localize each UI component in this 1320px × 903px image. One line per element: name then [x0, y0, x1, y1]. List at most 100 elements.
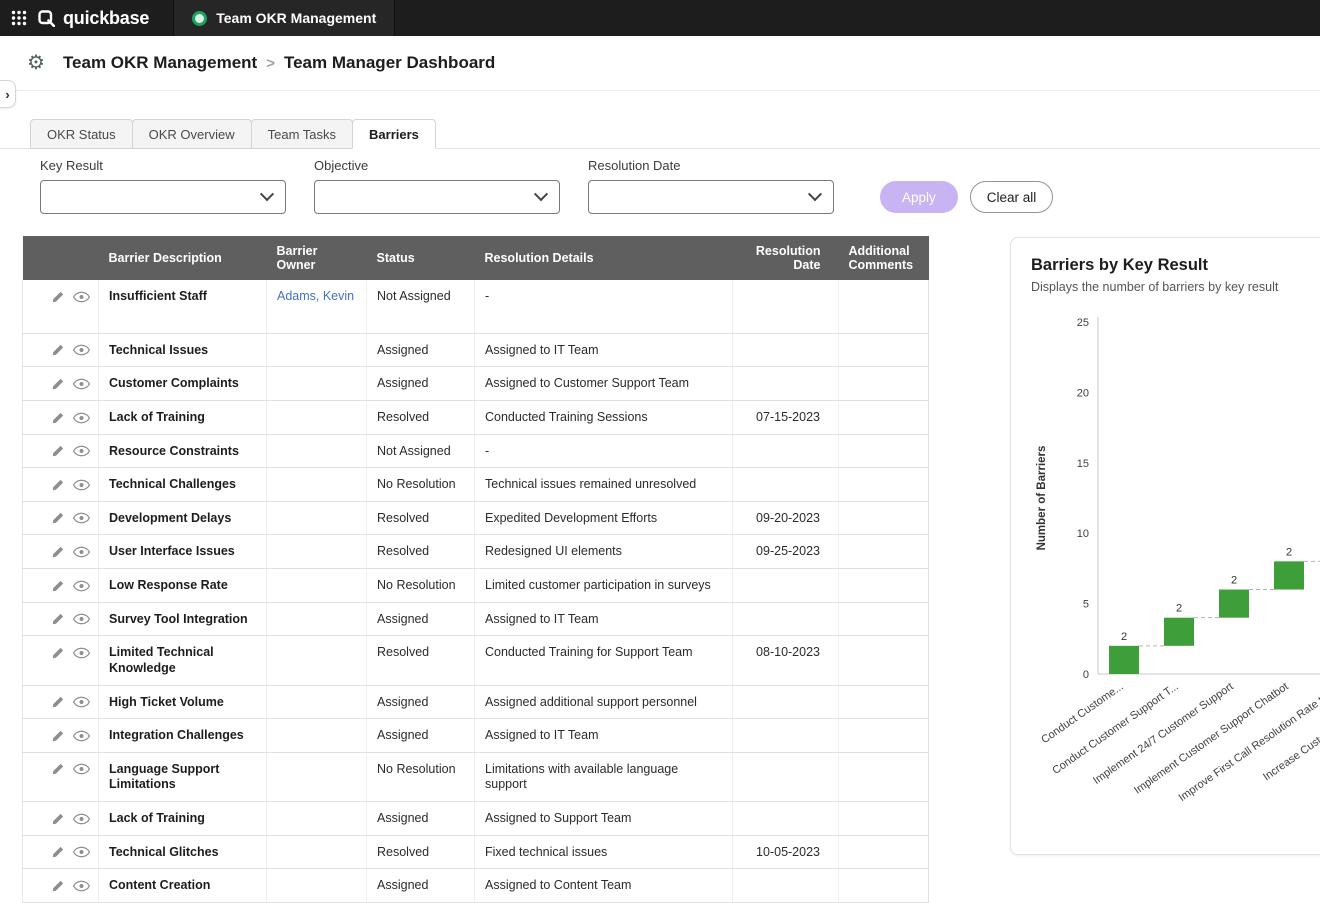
edit-pencil-icon[interactable]	[51, 545, 65, 559]
edit-pencil-icon[interactable]	[51, 812, 65, 826]
edit-pencil-icon[interactable]	[51, 762, 65, 776]
view-eye-icon[interactable]	[73, 580, 90, 592]
view-eye-icon[interactable]	[73, 291, 90, 303]
edit-pencil-icon[interactable]	[51, 478, 65, 492]
edit-pencil-icon[interactable]	[51, 729, 65, 743]
chart-bar[interactable]	[1164, 618, 1194, 646]
y-tick-label: 20	[1077, 387, 1089, 399]
resolution-details-cell: Assigned to IT Team	[475, 333, 733, 367]
resolution-date-cell: 07-15-2023	[733, 400, 839, 434]
row-actions-cell	[23, 501, 99, 535]
objective-dropdown[interactable]	[314, 180, 560, 214]
status-cell: Assigned	[367, 802, 475, 836]
edit-pencil-icon[interactable]	[51, 377, 65, 391]
edit-pencil-icon[interactable]	[51, 411, 65, 425]
edit-pencil-icon[interactable]	[51, 612, 65, 626]
view-eye-icon[interactable]	[73, 647, 90, 659]
edit-pencil-icon[interactable]	[51, 879, 65, 893]
view-eye-icon[interactable]	[73, 546, 90, 558]
breadcrumb: ⚙ Team OKR Management > Team Manager Das…	[0, 36, 1320, 91]
apps-grid-icon[interactable]	[0, 0, 38, 36]
edit-pencil-icon[interactable]	[51, 444, 65, 458]
gear-icon[interactable]: ⚙	[27, 53, 45, 73]
table-row: Language Support LimitationsNo Resolutio…	[23, 752, 929, 801]
tab-team-tasks[interactable]: Team Tasks	[251, 119, 353, 149]
view-eye-icon[interactable]	[73, 813, 90, 825]
edit-pencil-icon[interactable]	[51, 511, 65, 525]
apply-button[interactable]: Apply	[880, 181, 958, 213]
edit-pencil-icon[interactable]	[51, 695, 65, 709]
chart-bar[interactable]	[1274, 561, 1304, 589]
view-eye-icon[interactable]	[73, 412, 90, 424]
col-header-additional-comments[interactable]: Additional Comments	[839, 236, 929, 280]
resolution-date-dropdown[interactable]	[588, 180, 834, 214]
comments-cell	[839, 719, 929, 753]
view-eye-icon[interactable]	[73, 763, 90, 775]
col-header-resolution-date[interactable]: Resolution Date	[733, 236, 839, 280]
barrier-owner-cell	[267, 367, 367, 401]
tab-barriers[interactable]: Barriers	[352, 119, 436, 149]
app-icon	[192, 11, 207, 26]
barrier-owner-cell	[267, 835, 367, 869]
clear-all-button[interactable]: Clear all	[970, 181, 1054, 213]
barrier-description-cell: Lack of Training	[99, 802, 267, 836]
col-header-barrier-owner[interactable]: Barrier Owner	[267, 236, 367, 280]
edit-pencil-icon[interactable]	[51, 343, 65, 357]
table-row: User Interface IssuesResolvedRedesigned …	[23, 535, 929, 569]
resolution-details-cell: -	[475, 280, 733, 333]
view-eye-icon[interactable]	[73, 696, 90, 708]
resolution-date-cell	[733, 602, 839, 636]
edit-pencil-icon[interactable]	[51, 579, 65, 593]
tab-okr-status[interactable]: OKR Status	[30, 119, 133, 149]
filter-key-result: Key Result	[40, 158, 286, 214]
chart-bar[interactable]	[1219, 590, 1249, 618]
edit-pencil-icon[interactable]	[51, 646, 65, 660]
comments-cell	[839, 569, 929, 603]
barrier-description-cell: Content Creation	[99, 869, 267, 903]
sidebar-expand-chevron-icon[interactable]: ›	[0, 80, 16, 108]
comments-cell	[839, 535, 929, 569]
barrier-description-cell: Technical Glitches	[99, 835, 267, 869]
filter-bar: Key Result Objective Resolution Date App…	[40, 158, 1053, 214]
quickbase-logo-icon	[38, 10, 55, 27]
status-cell: No Resolution	[367, 569, 475, 603]
table-row: Insufficient StaffAdams, KevinNot Assign…	[23, 280, 929, 333]
row-actions-cell	[23, 367, 99, 401]
bar-value-label: 2	[1286, 546, 1292, 558]
barrier-owner-cell	[267, 501, 367, 535]
breadcrumb-app-link[interactable]: Team OKR Management	[63, 53, 257, 73]
col-header-barrier-description[interactable]: Barrier Description	[99, 236, 267, 280]
quickbase-logo[interactable]: quickbase	[38, 8, 163, 29]
resolution-date-cell: 09-25-2023	[733, 535, 839, 569]
col-header-resolution-details[interactable]: Resolution Details	[475, 236, 733, 280]
view-eye-icon[interactable]	[73, 445, 90, 457]
view-eye-icon[interactable]	[73, 730, 90, 742]
view-eye-icon[interactable]	[73, 613, 90, 625]
edit-pencil-icon[interactable]	[51, 845, 65, 859]
edit-pencil-icon[interactable]	[51, 290, 65, 304]
comments-cell	[839, 367, 929, 401]
resolution-details-cell: Assigned to Content Team	[475, 869, 733, 903]
view-eye-icon[interactable]	[73, 479, 90, 491]
chart-bar[interactable]	[1109, 646, 1139, 674]
barrier-description-cell: Limited Technical Knowledge	[99, 636, 267, 685]
tab-okr-overview[interactable]: OKR Overview	[132, 119, 252, 149]
barrier-owner-cell	[267, 869, 367, 903]
key-result-dropdown[interactable]	[40, 180, 286, 214]
resolution-date-cell	[733, 752, 839, 801]
barrier-description-cell: Resource Constraints	[99, 434, 267, 468]
view-eye-icon[interactable]	[73, 378, 90, 390]
view-eye-icon[interactable]	[73, 846, 90, 858]
chart-canvas[interactable]: 0510152025Number of Barriers2Conduct Cus…	[1031, 299, 1320, 844]
row-actions-cell	[23, 802, 99, 836]
barriers-report: Barrier Description Barrier Owner Status…	[22, 236, 928, 903]
col-header-status[interactable]: Status	[367, 236, 475, 280]
view-eye-icon[interactable]	[73, 880, 90, 892]
comments-cell	[839, 685, 929, 719]
owner-link[interactable]: Adams, Kevin	[277, 289, 354, 303]
view-eye-icon[interactable]	[73, 344, 90, 356]
status-cell: Assigned	[367, 367, 475, 401]
view-eye-icon[interactable]	[73, 512, 90, 524]
barrier-owner-cell	[267, 569, 367, 603]
app-tab-team-okr-management[interactable]: Team OKR Management	[173, 0, 395, 36]
